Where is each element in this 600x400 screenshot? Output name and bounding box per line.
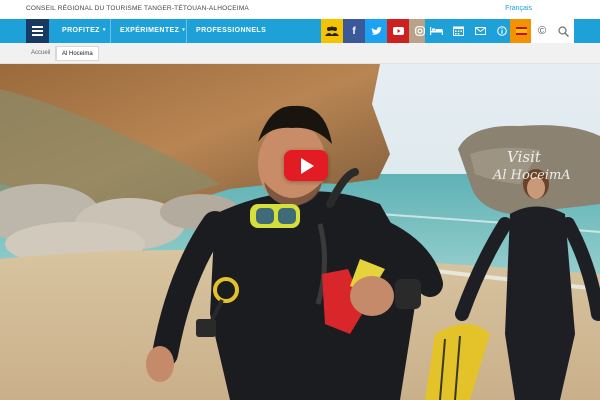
watermark-al-hoceima: Al HoceimA xyxy=(493,168,571,183)
hero-video[interactable]: Visit Al HoceimA xyxy=(0,64,600,400)
flag-icon[interactable] xyxy=(510,19,532,43)
facebook-icon[interactable]: f xyxy=(343,19,365,43)
hero-video-frame xyxy=(0,64,600,400)
breadcrumb: Accueil Al Hoceima xyxy=(0,43,600,64)
bed-icon[interactable] xyxy=(425,19,447,43)
chevron-down-icon: ▾ xyxy=(182,27,186,33)
breadcrumb-home[interactable]: Accueil xyxy=(26,46,57,61)
organization-name: CONSEIL RÉGIONAL DU TOURISME TANGER-TÉTO… xyxy=(26,5,249,12)
chevron-down-icon: ▾ xyxy=(102,27,106,33)
mail-icon[interactable] xyxy=(469,19,491,43)
language-selector[interactable]: Français xyxy=(505,5,532,12)
nav-item-professionnels[interactable]: PROFESSIONNELS xyxy=(196,27,266,34)
people-icon[interactable] xyxy=(321,19,343,43)
top-bar: CONSEIL RÉGIONAL DU TOURISME TANGER-TÉTO… xyxy=(0,0,600,19)
watermark-visit: Visit xyxy=(507,148,541,166)
copyright-icon[interactable]: © xyxy=(531,19,553,43)
twitter-icon[interactable] xyxy=(365,19,387,43)
calendar-icon[interactable] xyxy=(447,19,469,43)
nav-item-profitez[interactable]: PROFITEZ ▾ xyxy=(62,27,106,34)
youtube-icon[interactable] xyxy=(387,19,409,43)
hamburger-icon xyxy=(32,26,43,28)
youtube-play-icon xyxy=(301,157,314,174)
search-icon[interactable] xyxy=(552,19,574,43)
breadcrumb-current: Al Hoceima xyxy=(56,46,99,61)
nav-item-experimentez[interactable]: EXPÉRIMENTEZ ▾ xyxy=(120,27,185,34)
video-play-button[interactable] xyxy=(284,150,328,181)
hamburger-menu-button[interactable] xyxy=(26,19,49,43)
